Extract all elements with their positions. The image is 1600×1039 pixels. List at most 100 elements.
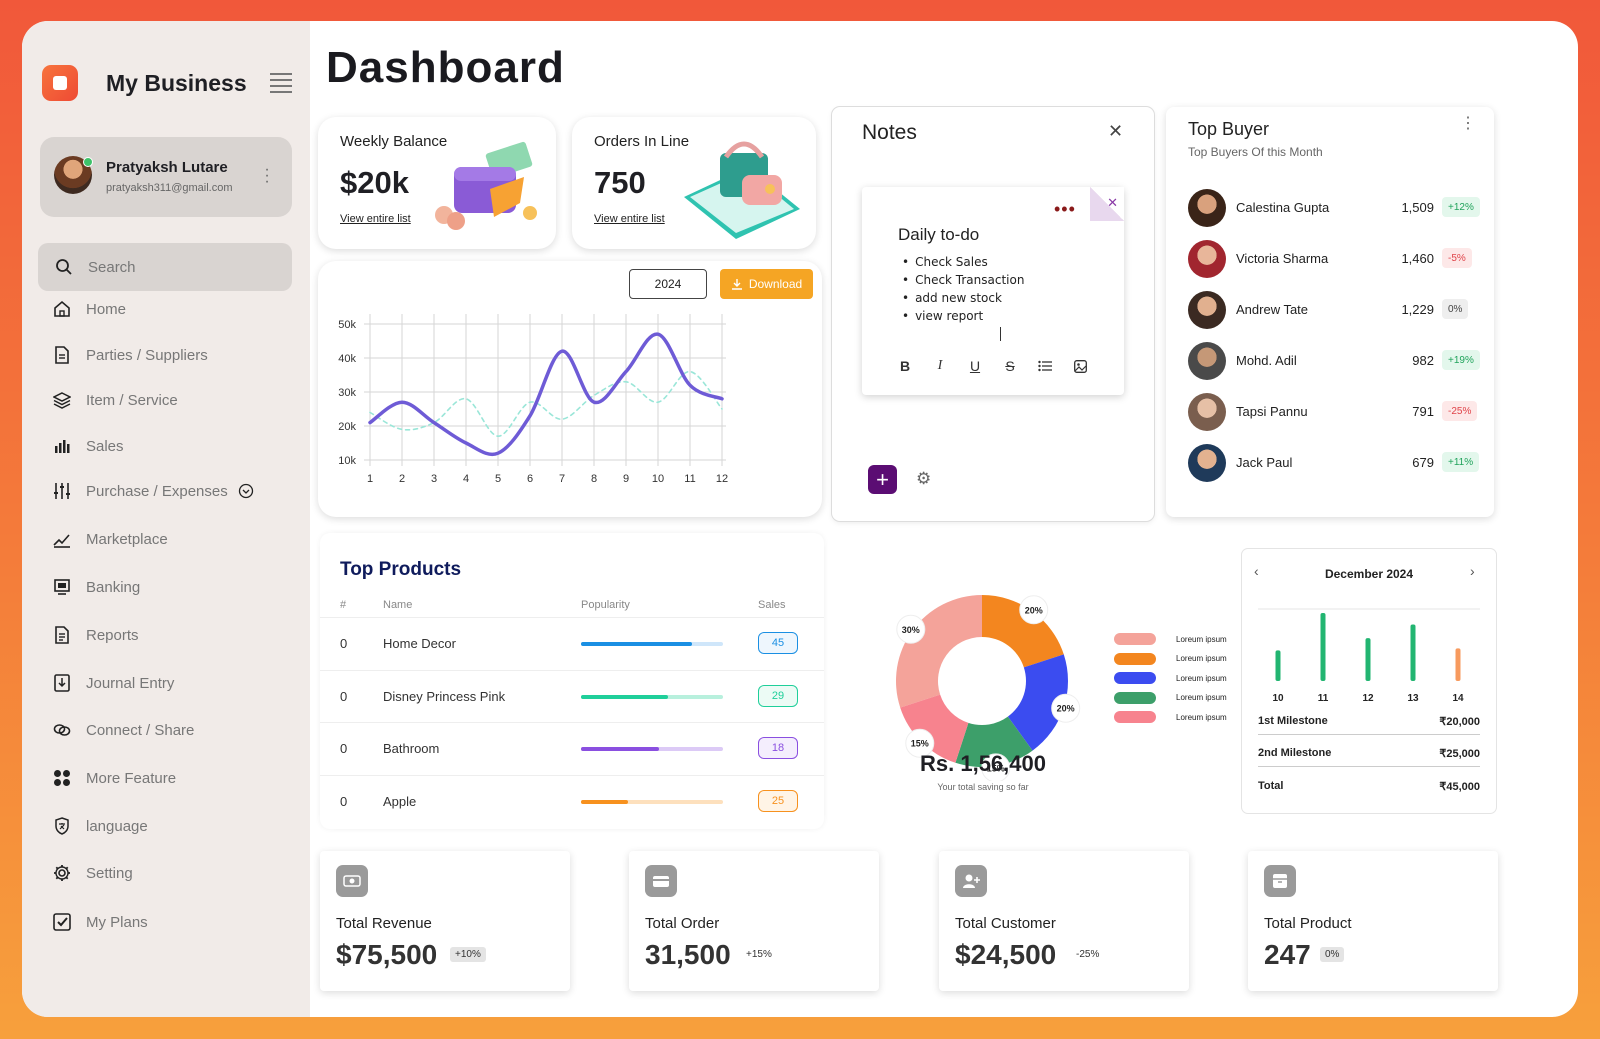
- sidebar-item-reports[interactable]: Reports: [52, 621, 139, 649]
- sidebar-item-more-feature[interactable]: More Feature: [52, 764, 176, 792]
- profile-email: pratyaksh311@gmail.com: [106, 182, 233, 194]
- popularity-bar: [581, 799, 723, 804]
- italic-button[interactable]: I: [931, 357, 949, 375]
- popularity-bar: [581, 694, 723, 699]
- buyer-row[interactable]: Mohd. Adil 982 +19%: [1188, 342, 1480, 380]
- buyer-value: 1,509: [1401, 200, 1434, 215]
- sidebar-item-label: Item / Service: [86, 391, 178, 409]
- top-products-title: Top Products: [340, 559, 462, 580]
- more-vertical-icon[interactable]: · · ·: [264, 162, 270, 190]
- buyer-change-badge: +11%: [1442, 452, 1480, 472]
- sidebar-item-journal[interactable]: Journal Entry: [52, 669, 174, 697]
- stat-label: Total Customer: [955, 915, 1056, 932]
- buyer-name: Tapsi Pannu: [1236, 404, 1308, 419]
- note-delete-icon[interactable]: ✕: [1107, 195, 1118, 211]
- search-input[interactable]: Search: [38, 243, 292, 291]
- bold-button[interactable]: B: [896, 357, 914, 375]
- sidebar-item-setting[interactable]: Setting: [52, 859, 133, 887]
- sliders-icon: [52, 481, 72, 501]
- buyer-row[interactable]: Calestina Gupta 1,509 +12%: [1188, 189, 1480, 227]
- weekly-balance-link[interactable]: View entire list: [340, 213, 411, 225]
- sales-badge: 25: [758, 789, 798, 812]
- more-horizontal-icon[interactable]: •••: [1054, 199, 1076, 220]
- milestone-value: ₹45,000: [1439, 781, 1480, 793]
- search-icon: [54, 257, 74, 277]
- table-row[interactable]: 0 Home Decor 45: [320, 617, 824, 669]
- sidebar-item-my-plans[interactable]: My Plans: [52, 908, 148, 936]
- sidebar-item-item-service[interactable]: Item / Service: [52, 386, 178, 414]
- table-row[interactable]: 0 Disney Princess Pink 29: [320, 669, 824, 722]
- stat-label: Total Product: [1264, 915, 1352, 932]
- page-title: Dashboard: [326, 43, 565, 92]
- sidebar-item-home[interactable]: Home: [52, 295, 126, 323]
- orders-link[interactable]: View entire list: [594, 213, 665, 225]
- milestone-label: 2nd Milestone: [1258, 747, 1332, 759]
- buyer-name: Andrew Tate: [1236, 302, 1309, 317]
- more-vertical-icon[interactable]: ⋮: [1460, 113, 1476, 133]
- milestone-bar: [1455, 648, 1461, 681]
- legend-swatch: [1114, 691, 1156, 704]
- row-index: 0: [340, 793, 348, 809]
- note-card[interactable]: ✕ ••• Daily to-do Check Sales Check Tran…: [862, 187, 1124, 395]
- stat-change: -25%: [1076, 949, 1100, 960]
- series-line-primary: [368, 332, 724, 457]
- top-buyer-subtitle: Top Buyers Of this Month: [1188, 145, 1323, 159]
- sidebar-item-parties[interactable]: Parties / Suppliers: [52, 341, 208, 369]
- buyer-value: 982: [1412, 353, 1434, 368]
- underline-button[interactable]: U: [966, 357, 984, 375]
- note-list-item: Check Transaction: [902, 273, 1024, 291]
- marketplace-icon: [52, 529, 72, 549]
- popularity-fill: [581, 747, 660, 751]
- column-header-sales: Sales: [758, 599, 786, 611]
- legend-item: Loreum ipsum: [1114, 711, 1227, 723]
- gear-icon[interactable]: ⚙: [916, 469, 931, 489]
- sidebar-item-purchase[interactable]: Purchase / Expenses: [52, 477, 256, 505]
- legend-swatch: [1114, 711, 1156, 723]
- close-icon[interactable]: ✕: [1108, 121, 1123, 142]
- buyer-row[interactable]: Andrew Tate 1,229 0%: [1188, 291, 1478, 329]
- donut-slice: [896, 595, 982, 708]
- sidebar-item-language[interactable]: language: [52, 812, 148, 840]
- weekly-balance-value: $20k: [340, 165, 409, 200]
- line-chart: 1 2 3 4 5 6 7 8 9 10 11 1250k40k30k20k10k: [338, 314, 728, 485]
- profile-card[interactable]: Pratyaksh Lutare pratyaksh311@gmail.com …: [40, 137, 292, 217]
- stat-value: $75,500: [336, 939, 438, 970]
- day-label: 10: [1272, 693, 1284, 704]
- sidebar-item-marketplace[interactable]: Marketplace: [52, 525, 168, 553]
- strikethrough-button[interactable]: S: [1001, 357, 1019, 375]
- stat-change: 0%: [1320, 947, 1345, 962]
- chevron-down-icon[interactable]: [236, 481, 256, 501]
- sidebar-item-label: Purchase / Expenses: [86, 482, 228, 500]
- image-icon[interactable]: [1071, 357, 1089, 375]
- column-header-popularity: Popularity: [581, 599, 630, 611]
- buyer-change-badge: 0%: [1442, 299, 1469, 319]
- link-icon: [52, 720, 72, 740]
- orders-card: Orders In Line 750 View entire list: [572, 117, 816, 249]
- weekly-balance-card: Weekly Balance $20k View entire list: [318, 117, 556, 249]
- x-tick-label: 5: [495, 473, 501, 485]
- stat-card-revenue: Total Revenue $75,500 +10%: [320, 851, 570, 991]
- table-row[interactable]: 0 Bathroom 18: [320, 722, 824, 774]
- note-list-item: Check Sales: [902, 255, 1024, 273]
- legend-swatch: [1114, 633, 1156, 645]
- buyer-row[interactable]: Tapsi Pannu 791 -25%: [1188, 393, 1478, 431]
- avatar: [1188, 189, 1226, 227]
- sidebar-item-connect[interactable]: Connect / Share: [52, 716, 194, 744]
- slice-label: 20%: [1025, 605, 1043, 615]
- add-user-icon: [955, 865, 987, 897]
- phone-shopping-illustration-icon: [684, 141, 800, 239]
- menu-toggle-icon[interactable]: [270, 73, 292, 93]
- buyer-row[interactable]: Jack Paul 679 +11%: [1188, 444, 1480, 482]
- buyer-row[interactable]: Victoria Sharma 1,460 -5%: [1188, 240, 1478, 278]
- x-tick-label: 10: [652, 473, 664, 485]
- list-icon[interactable]: [1036, 357, 1054, 375]
- sidebar-item-sales[interactable]: Sales: [52, 432, 124, 460]
- add-note-button[interactable]: +: [868, 465, 897, 494]
- sidebar-item-banking[interactable]: Banking: [52, 573, 140, 601]
- savings-total: Rs. 1,56,400: [920, 751, 1046, 776]
- chevron-right-icon[interactable]: ›: [1470, 563, 1475, 579]
- table-row[interactable]: 0 Apple 25: [320, 774, 824, 827]
- legend-item: Loreum ipsum: [1114, 652, 1227, 665]
- x-tick-label: 11: [684, 473, 695, 485]
- legend-label: Loreum ipsum: [1176, 634, 1227, 644]
